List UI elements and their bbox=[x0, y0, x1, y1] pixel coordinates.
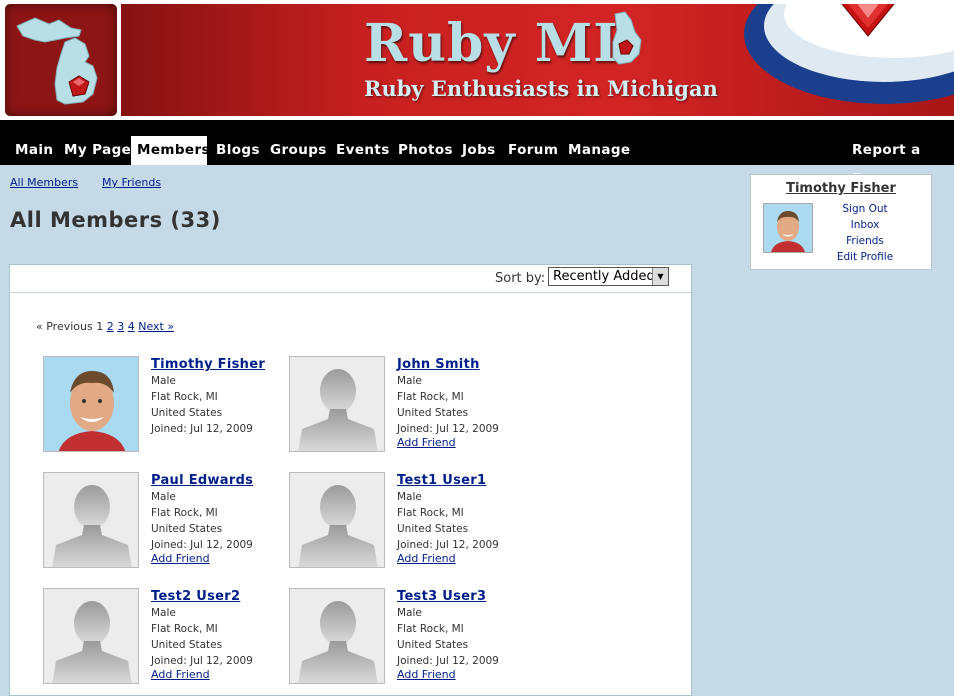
dropdown-arrow-icon[interactable]: ▼ bbox=[652, 268, 668, 285]
member-joined: Joined: Jul 12, 2009 bbox=[397, 655, 499, 667]
member-card: Test1 User1 Male Flat Rock, MI United St… bbox=[289, 472, 529, 572]
member-photo[interactable] bbox=[289, 472, 385, 568]
ruby-swoosh-icon bbox=[744, 4, 954, 104]
members-panel: Sort by: Recently Added ▼ « Previous 1 2… bbox=[9, 264, 692, 696]
nav-my-page[interactable]: My Page bbox=[58, 136, 137, 165]
add-friend-link[interactable]: Add Friend bbox=[151, 668, 210, 681]
nav-groups[interactable]: Groups bbox=[264, 136, 333, 165]
member-card: John Smith Male Flat Rock, MI United Sta… bbox=[289, 356, 529, 456]
member-gender: Male bbox=[151, 375, 176, 387]
site-banner: Ruby MI Ruby Enthusiasts in Michigan bbox=[0, 0, 954, 120]
member-name[interactable]: Paul Edwards bbox=[151, 473, 253, 488]
sort-bar: Sort by: Recently Added ▼ bbox=[10, 265, 691, 293]
member-gender: Male bbox=[151, 607, 176, 619]
edit-profile-link[interactable]: Edit Profile bbox=[823, 251, 907, 263]
user-name-link[interactable]: Timothy Fisher bbox=[751, 181, 931, 196]
site-subtitle: Ruby Enthusiasts in Michigan bbox=[364, 76, 718, 101]
member-location: Flat Rock, MI bbox=[397, 623, 464, 635]
member-joined: Joined: Jul 12, 2009 bbox=[151, 539, 253, 551]
member-card: Test3 User3 Male Flat Rock, MI United St… bbox=[289, 588, 529, 688]
member-gender: Male bbox=[397, 607, 422, 619]
nav-photos[interactable]: Photos bbox=[392, 136, 459, 165]
pager-current: 1 bbox=[96, 320, 104, 333]
member-location: Flat Rock, MI bbox=[151, 507, 218, 519]
pager-previous: « Previous bbox=[36, 320, 93, 333]
user-box: Timothy Fisher Sign Out Inbox Friends Ed… bbox=[750, 174, 932, 270]
person-photo-icon bbox=[764, 204, 812, 252]
person-photo-icon bbox=[44, 357, 138, 451]
member-photo[interactable] bbox=[43, 472, 139, 568]
add-friend-link[interactable]: Add Friend bbox=[397, 436, 456, 449]
member-location: Flat Rock, MI bbox=[397, 391, 464, 403]
member-photo[interactable] bbox=[43, 356, 139, 452]
member-card: Paul Edwards Male Flat Rock, MI United S… bbox=[43, 472, 283, 572]
member-joined: Joined: Jul 12, 2009 bbox=[397, 539, 499, 551]
nav-manage[interactable]: Manage bbox=[562, 136, 636, 165]
sort-label: Sort by: bbox=[495, 271, 546, 286]
michigan-small-icon bbox=[612, 11, 642, 65]
member-photo[interactable] bbox=[289, 356, 385, 452]
michigan-logo[interactable] bbox=[5, 4, 117, 116]
pager-next[interactable]: Next » bbox=[138, 320, 174, 333]
member-location: Flat Rock, MI bbox=[151, 623, 218, 635]
nav-blogs[interactable]: Blogs bbox=[210, 136, 266, 165]
default-avatar-icon bbox=[298, 601, 378, 683]
pager-page-4[interactable]: 4 bbox=[128, 320, 135, 333]
pagination: « Previous 1 2 3 4 Next » bbox=[36, 320, 174, 333]
member-joined: Joined: Jul 12, 2009 bbox=[151, 655, 253, 667]
default-avatar-icon bbox=[52, 485, 132, 567]
member-gender: Male bbox=[397, 491, 422, 503]
member-country: United States bbox=[397, 523, 469, 535]
member-country: United States bbox=[397, 639, 469, 651]
member-joined: Joined: Jul 12, 2009 bbox=[151, 423, 253, 435]
page-title: All Members (33) bbox=[10, 208, 221, 232]
member-photo[interactable] bbox=[289, 588, 385, 684]
sort-selected-value: Recently Added bbox=[553, 269, 655, 284]
member-name[interactable]: Test2 User2 bbox=[151, 589, 240, 604]
member-name[interactable]: Test3 User3 bbox=[397, 589, 486, 604]
nav-main[interactable]: Main bbox=[9, 136, 59, 165]
default-avatar-icon bbox=[298, 369, 378, 451]
add-friend-link[interactable]: Add Friend bbox=[397, 668, 456, 681]
add-friend-link[interactable]: Add Friend bbox=[151, 552, 210, 565]
nav-jobs[interactable]: Jobs bbox=[456, 136, 502, 165]
all-members-link[interactable]: All Members bbox=[10, 176, 78, 189]
member-location: Flat Rock, MI bbox=[151, 391, 218, 403]
sort-select[interactable]: Recently Added ▼ bbox=[548, 267, 669, 286]
member-location: Flat Rock, MI bbox=[397, 507, 464, 519]
member-name[interactable]: John Smith bbox=[397, 357, 480, 372]
nav-events[interactable]: Events bbox=[330, 136, 396, 165]
member-gender: Male bbox=[397, 375, 422, 387]
member-joined: Joined: Jul 12, 2009 bbox=[397, 423, 499, 435]
member-country: United States bbox=[151, 407, 223, 419]
michigan-map-icon bbox=[16, 17, 98, 105]
member-country: United States bbox=[151, 523, 223, 535]
site-title: Ruby MI bbox=[364, 13, 619, 74]
member-photo[interactable] bbox=[43, 588, 139, 684]
nav-members[interactable]: Members bbox=[131, 136, 210, 165]
default-avatar-icon bbox=[52, 601, 132, 683]
main-navigation: Main My Page Members Blogs Groups Events… bbox=[0, 120, 954, 187]
member-name[interactable]: Test1 User1 bbox=[397, 473, 486, 488]
member-card: Test2 User2 Male Flat Rock, MI United St… bbox=[43, 588, 283, 688]
report-bug-link[interactable]: Report a Bug bbox=[846, 136, 954, 187]
member-country: United States bbox=[151, 639, 223, 651]
member-card: Timothy Fisher Male Flat Rock, MI United… bbox=[43, 356, 283, 456]
member-country: United States bbox=[397, 407, 469, 419]
sign-out-link[interactable]: Sign Out bbox=[823, 203, 907, 215]
friends-link[interactable]: Friends bbox=[823, 235, 907, 247]
add-friend-link[interactable]: Add Friend bbox=[397, 552, 456, 565]
pager-page-2[interactable]: 2 bbox=[107, 320, 114, 333]
user-avatar[interactable] bbox=[763, 203, 813, 253]
pager-page-3[interactable]: 3 bbox=[117, 320, 124, 333]
inbox-link[interactable]: Inbox bbox=[823, 219, 907, 231]
member-name[interactable]: Timothy Fisher bbox=[151, 357, 265, 372]
title-area: Ruby MI Ruby Enthusiasts in Michigan bbox=[121, 4, 954, 116]
nav-forum[interactable]: Forum bbox=[502, 136, 564, 165]
my-friends-link[interactable]: My Friends bbox=[102, 176, 161, 189]
member-gender: Male bbox=[151, 491, 176, 503]
default-avatar-icon bbox=[298, 485, 378, 567]
